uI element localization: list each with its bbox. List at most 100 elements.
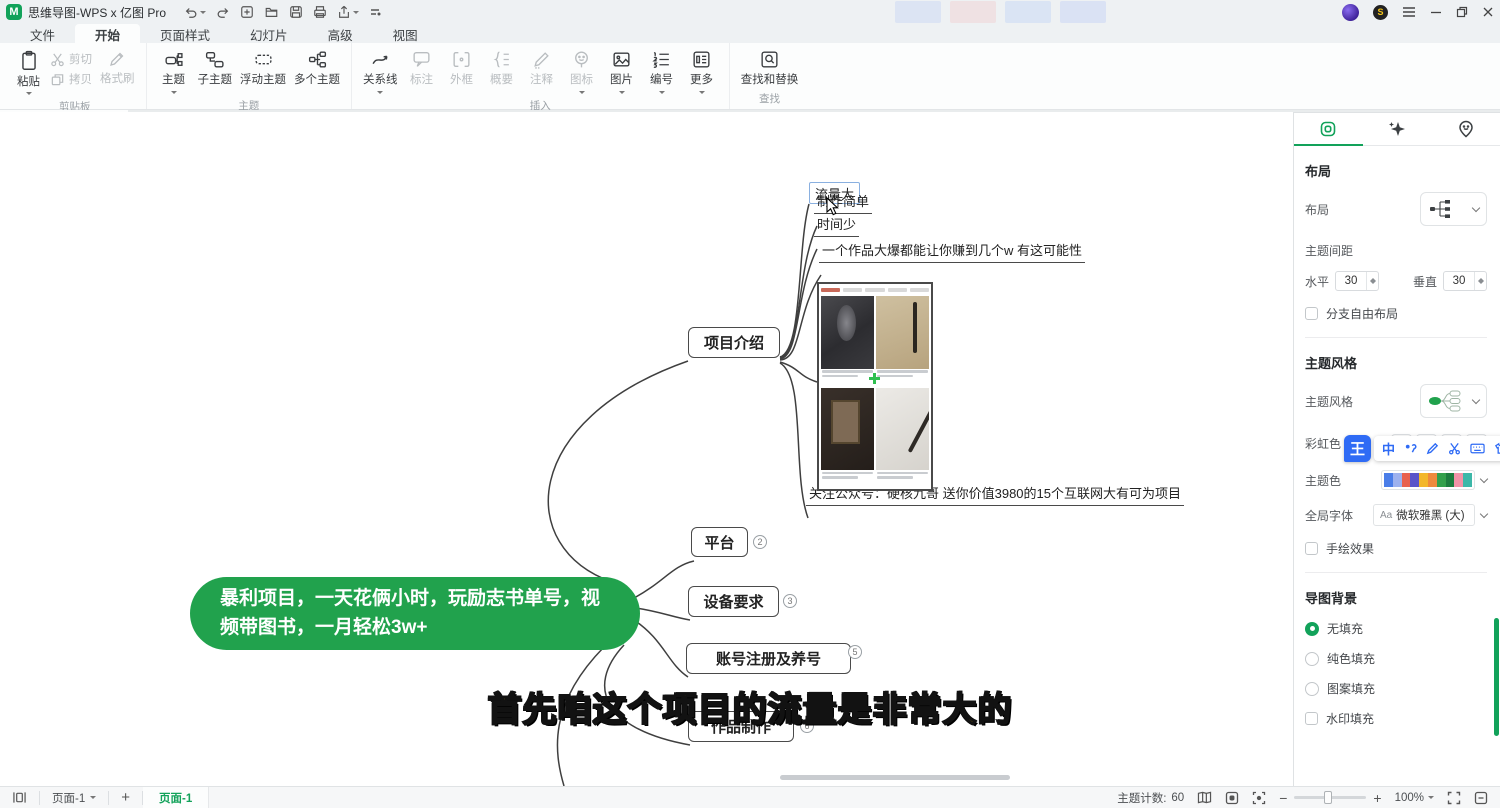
- sidebar-scrollbar[interactable]: [1494, 618, 1499, 736]
- layout-dropdown[interactable]: [1420, 192, 1487, 226]
- feed-post-thumbnail: [876, 388, 929, 487]
- menu-advanced[interactable]: 高级: [308, 24, 373, 43]
- zoom-slider[interactable]: − +: [1279, 790, 1381, 806]
- undo-icon: [184, 5, 198, 19]
- fullscreen-icon[interactable]: [1447, 791, 1461, 805]
- zoom-slider-thumb[interactable]: [1324, 791, 1332, 804]
- bg-watermark-checkbox-row[interactable]: 水印填充: [1305, 710, 1487, 727]
- canvas-horizontal-scrollbar[interactable]: [780, 775, 1010, 780]
- bg-solid-radio-row[interactable]: 纯色填充: [1305, 650, 1487, 667]
- section-map-background: 导图背景: [1305, 588, 1487, 607]
- menu-home[interactable]: 开始: [75, 24, 140, 43]
- topic-button[interactable]: 主题: [154, 46, 194, 97]
- branch-account[interactable]: 账号注册及养号: [686, 643, 851, 674]
- redo-button[interactable]: [216, 5, 230, 19]
- horizontal-spacing-stepper[interactable]: 30: [1335, 271, 1379, 291]
- print-button[interactable]: [313, 5, 327, 19]
- sidebar-tab-ai[interactable]: [1363, 113, 1432, 145]
- summary-button[interactable]: 概要: [482, 46, 522, 87]
- numbering-button[interactable]: 编号: [642, 46, 682, 97]
- bg-pattern-radio-row[interactable]: 图案填充: [1305, 680, 1487, 697]
- collapse-statusbar-icon[interactable]: [1474, 791, 1488, 805]
- branch-platform[interactable]: 平台: [691, 527, 748, 557]
- frame-button[interactable]: 外框: [442, 46, 482, 87]
- save-button[interactable]: [289, 5, 303, 19]
- map-view-icon[interactable]: [1197, 791, 1212, 804]
- close-button[interactable]: [1482, 6, 1494, 18]
- feed-category-tabs: [821, 286, 929, 294]
- paste-button[interactable]: 粘贴: [11, 46, 46, 98]
- zoom-level-dropdown[interactable]: 100%: [1395, 792, 1434, 804]
- ime-toolbar[interactable]: 王 中: [1344, 435, 1500, 462]
- undo-button[interactable]: [184, 5, 206, 19]
- sidebar-tab-style[interactable]: [1294, 113, 1363, 145]
- minimize-button[interactable]: [1430, 6, 1442, 18]
- branch-intro[interactable]: 项目介绍: [688, 327, 780, 358]
- more-icon: [691, 49, 712, 70]
- sidebar-tab-icons[interactable]: [1431, 113, 1500, 145]
- free-layout-checkbox[interactable]: [1305, 307, 1318, 320]
- active-page-tab[interactable]: 页面-1: [143, 787, 209, 808]
- central-topic[interactable]: 暴利项目，一天花俩小时，玩励志书单号，视频带图书，一月轻松3w+: [190, 577, 640, 650]
- page-overview-button[interactable]: [0, 787, 39, 808]
- bg-none-radio[interactable]: [1305, 622, 1319, 636]
- share-button[interactable]: [337, 5, 359, 19]
- copy-button[interactable]: 拷贝: [50, 71, 92, 87]
- subtopic-button[interactable]: 子主题: [194, 46, 237, 87]
- branch-platform-badge[interactable]: 2: [753, 535, 767, 549]
- add-page-button[interactable]: +: [109, 787, 142, 808]
- branch-device[interactable]: 设备要求: [688, 586, 779, 617]
- image-topic-feed-screenshot[interactable]: [817, 282, 933, 491]
- mindmap-canvas[interactable]: 暴利项目，一天花俩小时，玩励志书单号，视频带图书，一月轻松3w+ 项目介绍 平台…: [0, 112, 1293, 786]
- zoom-in-button[interactable]: +: [1373, 790, 1381, 806]
- customize-qat-button[interactable]: [369, 6, 381, 18]
- bg-pattern-radio[interactable]: [1305, 682, 1319, 696]
- free-layout-checkbox-row[interactable]: 分支自由布局: [1305, 305, 1487, 322]
- bg-solid-radio[interactable]: [1305, 652, 1319, 666]
- zoom-out-button[interactable]: −: [1279, 790, 1287, 806]
- page-selector-dropdown[interactable]: 页面-1: [40, 787, 108, 808]
- more-button[interactable]: 更多: [682, 46, 722, 97]
- ime-mode-chinese[interactable]: 中: [1382, 439, 1395, 458]
- relation-line-button[interactable]: 关系线: [359, 46, 402, 97]
- hand-drawn-checkbox[interactable]: [1305, 542, 1318, 555]
- icon-button[interactable]: 图标: [562, 46, 602, 97]
- theme-color-dropdown[interactable]: [1381, 470, 1475, 490]
- branch-device-badge[interactable]: 3: [783, 594, 797, 608]
- find-replace-button[interactable]: 查找和替换: [737, 46, 803, 87]
- new-page-button[interactable]: [240, 5, 254, 19]
- callout-button[interactable]: 标注: [402, 46, 442, 87]
- bg-watermark-checkbox[interactable]: [1305, 712, 1318, 725]
- restore-button[interactable]: [1456, 6, 1468, 18]
- fit-selection-icon[interactable]: [1252, 791, 1266, 805]
- ime-keyboard-icon: [1470, 442, 1485, 455]
- app-menu-button[interactable]: [1402, 6, 1416, 18]
- comment-button[interactable]: 注释: [522, 46, 562, 87]
- user-avatar[interactable]: [1342, 4, 1359, 21]
- feed-post-thumbnail: [876, 296, 929, 386]
- vertical-spacing-stepper[interactable]: 30: [1443, 271, 1487, 291]
- vip-badge-icon[interactable]: S: [1373, 5, 1388, 20]
- menu-page-style[interactable]: 页面样式: [140, 24, 230, 43]
- center-canvas-icon[interactable]: [1225, 791, 1239, 805]
- theme-style-dropdown[interactable]: [1420, 384, 1487, 418]
- menu-view[interactable]: 视图: [373, 24, 438, 43]
- branch-account-badge[interactable]: 5: [848, 645, 862, 659]
- clipboard-icon: [18, 49, 40, 73]
- bg-none-radio-row[interactable]: 无填充: [1305, 620, 1487, 637]
- subtopic-hit[interactable]: 一个作品大爆都能让你赚到几个w 有这可能性: [819, 240, 1085, 263]
- floating-topic-button[interactable]: 浮动主题: [236, 46, 290, 87]
- page-overview-icon: [12, 791, 27, 804]
- format-painter-button[interactable]: 格式刷: [96, 46, 139, 86]
- subtopic-simple[interactable]: 制作简单: [814, 191, 872, 214]
- global-font-dropdown[interactable]: Aa 微软雅黑 (大): [1373, 504, 1475, 526]
- cut-button[interactable]: 剪切: [50, 51, 92, 67]
- ime-logo[interactable]: 王: [1344, 435, 1371, 462]
- menu-slides[interactable]: 幻灯片: [230, 24, 308, 43]
- multi-topic-button[interactable]: 多个主题: [290, 46, 344, 87]
- picture-button[interactable]: 图片: [602, 46, 642, 97]
- menu-file[interactable]: 文件: [10, 24, 75, 43]
- hand-drawn-checkbox-row[interactable]: 手绘效果: [1305, 540, 1487, 557]
- open-button[interactable]: [264, 5, 279, 19]
- subtopic-time[interactable]: 时间少: [814, 214, 859, 237]
